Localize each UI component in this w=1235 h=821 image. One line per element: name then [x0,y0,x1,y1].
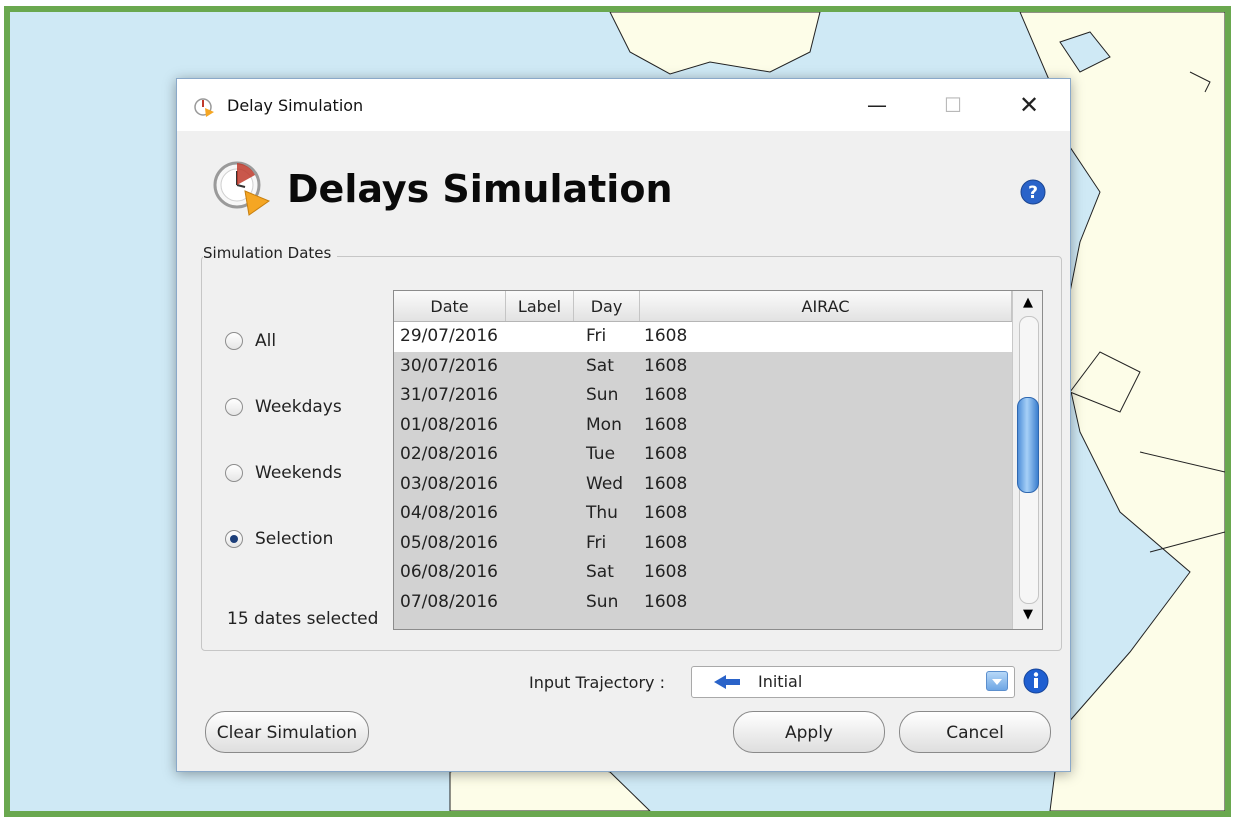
maximize-button[interactable]: ☐ [931,89,975,121]
chevron-down-icon[interactable] [986,671,1008,691]
cell-label [506,588,574,618]
table-row[interactable]: 01/08/2016 Mon 1608 [394,411,1012,441]
scroll-down-arrow-icon[interactable]: ▼ [1018,605,1038,625]
cell-airac: 1608 [644,591,688,612]
cell-day: Sun [586,385,619,405]
cell-airac: 1608 [644,503,688,523]
cell-day: Fri [586,532,607,553]
table-row[interactable]: 04/08/2016 Thu 1608 [394,499,1012,529]
simulation-dates-label: Simulation Dates [203,244,338,262]
cell-airac: 1608 [644,385,688,405]
close-button[interactable]: ✕ [1007,89,1051,121]
delay-simulation-dialog: Delay Simulation — ☐ ✕ Delays Simulation… [176,78,1071,772]
svg-text:?: ? [1028,183,1038,203]
cell-airac: 1608 [644,532,688,553]
info-icon[interactable] [1023,668,1049,694]
column-header-date[interactable]: Date [394,291,506,321]
cell-date: 04/08/2016 [400,503,498,523]
cell-day: Thu [586,503,618,523]
minimize-button[interactable]: — [855,89,899,121]
clear-simulation-button[interactable]: Clear Simulation [205,711,369,753]
cell-date: 05/08/2016 [400,532,498,553]
cell-date: 31/07/2016 [400,385,498,405]
radio-weekdays-label: Weekdays [255,397,342,417]
cell-day: Tue [586,444,616,464]
screenshot-frame: Delay Simulation — ☐ ✕ Delays Simulation… [4,6,1231,817]
window-title: Delay Simulation [227,96,364,115]
column-header-label[interactable]: Label [506,291,574,321]
cell-date: 29/07/2016 [400,326,498,346]
table-row[interactable]: 02/08/2016 Tue 1608 [394,440,1012,470]
cell-airac: 1608 [644,326,688,346]
column-header-airac[interactable]: AIRAC [640,291,1012,321]
apply-button[interactable]: Apply [733,711,885,753]
cell-airac: 1608 [644,414,688,435]
table-row[interactable]: 06/08/2016 Sat 1608 [394,558,1012,588]
input-trajectory-select[interactable]: Initial [691,666,1015,698]
title-bar: Delay Simulation — ☐ ✕ [177,79,1070,131]
radio-weekends-indicator[interactable] [225,464,243,482]
cell-label [506,470,574,500]
cell-label [506,440,574,470]
radio-weekends[interactable]: Weekends [225,460,342,486]
cell-date: 01/08/2016 [400,414,498,435]
cell-date: 07/08/2016 [400,591,498,612]
table-row[interactable]: 29/07/2016 Fri 1608 [394,322,1012,352]
cancel-button[interactable]: Cancel [899,711,1051,753]
cell-label [506,529,574,559]
radio-selection[interactable]: Selection [225,526,333,552]
dates-table[interactable]: Date Label Day AIRAC 29/07/2016 Fri 1608 30… [393,290,1043,630]
dialog-heading: Delays Simulation [287,167,673,211]
help-icon[interactable]: ? [1020,179,1046,205]
trajectory-icon [714,675,740,689]
cell-date: 03/08/2016 [400,473,498,494]
column-header-day[interactable]: Day [574,291,640,321]
cell-airac: 1608 [644,473,688,494]
input-trajectory-label: Input Trajectory : [529,673,665,692]
vertical-scrollbar[interactable]: ▲ ▼ [1012,291,1042,629]
scroll-thumb[interactable] [1017,397,1039,493]
cell-label [506,411,574,441]
scroll-up-arrow-icon[interactable]: ▲ [1018,293,1038,313]
cell-label [506,352,574,382]
radio-weekends-label: Weekends [255,463,342,483]
cell-day: Sat [586,562,614,582]
selected-count-label: 15 dates selected [227,609,379,629]
cell-day: Fri [586,326,607,346]
cell-date: 30/07/2016 [400,355,498,376]
cell-day: Sun [586,591,619,612]
cell-label [506,322,574,352]
table-row[interactable]: 05/08/2016 Fri 1608 [394,529,1012,559]
table-row[interactable]: 31/07/2016 Sun 1608 [394,381,1012,411]
cell-label [506,381,574,411]
cell-day: Mon [586,414,622,435]
cell-date: 02/08/2016 [400,444,498,464]
radio-all[interactable]: All [225,328,276,354]
table-row[interactable]: 07/08/2016 Sun 1608 [394,588,1012,618]
radio-selection-label: Selection [255,529,334,549]
input-trajectory-value: Initial [758,672,803,691]
table-row[interactable]: 03/08/2016 Wed 1608 [394,470,1012,500]
table-row[interactable]: 30/07/2016 Sat 1608 [394,352,1012,382]
cell-airac: 1608 [644,562,688,582]
cell-day: Sat [586,355,614,376]
radio-weekdays[interactable]: Weekdays [225,394,342,420]
radio-all-label: All [255,331,277,351]
cell-date: 06/08/2016 [400,562,498,582]
cell-day: Wed [586,473,624,494]
cell-airac: 1608 [644,355,688,376]
clock-arrow-icon [194,98,214,117]
radio-selection-indicator[interactable] [225,530,243,548]
cell-label [506,558,574,588]
radio-all-indicator[interactable] [225,332,243,350]
table-body: 29/07/2016 Fri 1608 30/07/2016 Sat 1608 31/07/… [394,322,1012,617]
clock-arrow-icon [213,161,271,216]
cell-airac: 1608 [644,444,688,464]
table-header: Date Label Day AIRAC [394,291,1012,322]
cell-label [506,499,574,529]
radio-weekdays-indicator[interactable] [225,398,243,416]
